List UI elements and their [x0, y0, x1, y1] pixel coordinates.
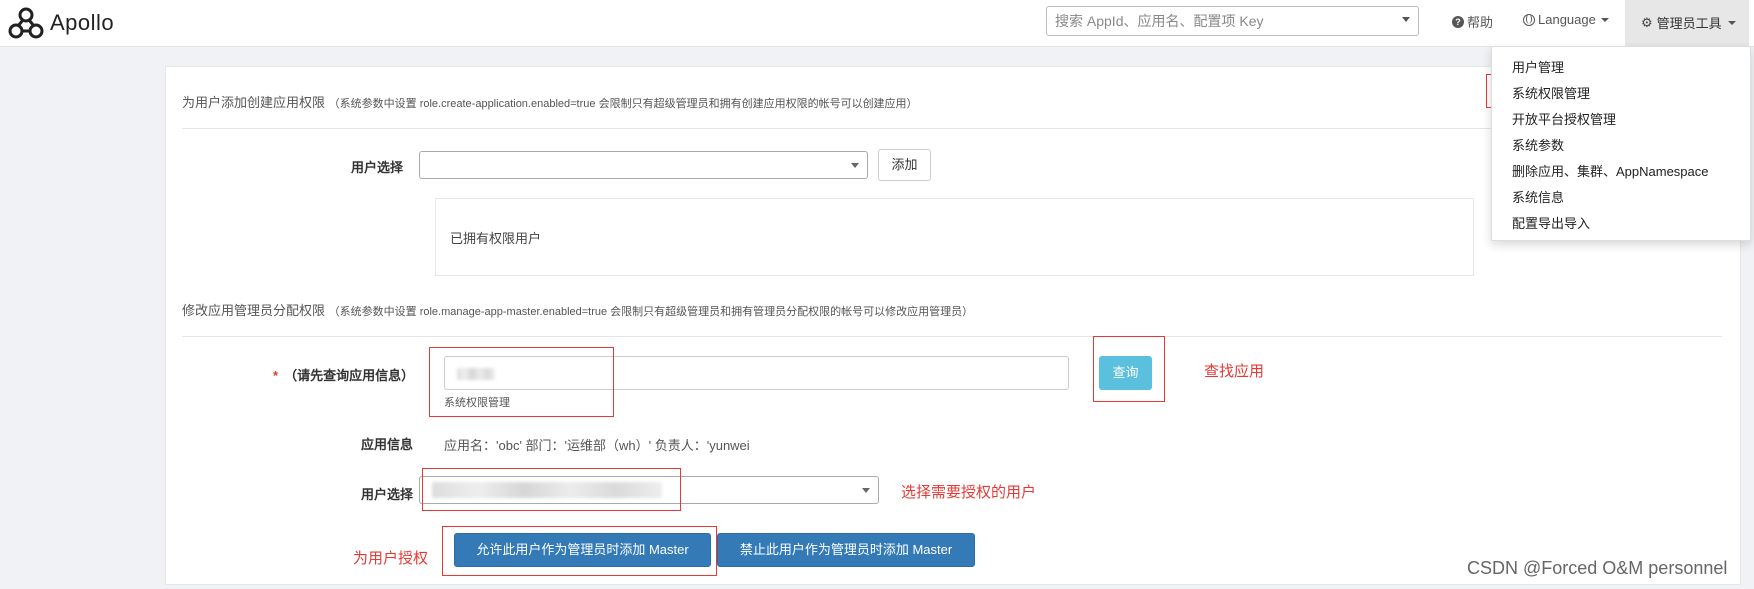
create-app-note: （系统参数中设置 role.create-application.enabled…	[328, 98, 918, 110]
app-query-label: * （请先查询应用信息）	[273, 365, 414, 384]
language-dropdown[interactable]: Language	[1523, 12, 1609, 27]
app-master-title: 修改应用管理员分配权限	[182, 303, 326, 318]
caret-down-icon	[1727, 20, 1736, 25]
help-link[interactable]: ? 帮助	[1452, 12, 1493, 31]
owners-title: 已拥有权限用户	[450, 231, 542, 246]
search-placeholder: 搜索 AppId、应用名、配置项 Key	[1055, 13, 1264, 29]
annotation-box	[429, 347, 614, 417]
annotation-box	[422, 468, 681, 511]
master-user-select-label: 用户选择	[361, 487, 414, 502]
annotation-box	[1093, 336, 1165, 402]
add-button[interactable]: 添加	[878, 149, 931, 181]
caret-down-icon	[1600, 17, 1609, 22]
globe-icon	[1523, 13, 1535, 26]
menu-item-system-permission[interactable]: 系统权限管理	[1512, 83, 1590, 102]
create-app-user-select[interactable]	[419, 151, 868, 179]
menu-item-system-params[interactable]: 系统参数	[1512, 135, 1564, 154]
admin-tools-menu: 用户管理 系统权限管理 开放平台授权管理 系统参数 删除应用、集群、AppNam…	[1491, 46, 1751, 241]
annotation-grant-user: 为用户授权	[353, 550, 429, 567]
menu-item-delete-app[interactable]: 删除应用、集群、AppNamespace	[1512, 161, 1709, 180]
apollo-logo[interactable]: Apollo	[6, 3, 114, 43]
app-info-label: 应用信息	[361, 437, 414, 452]
divider	[182, 336, 1722, 337]
deny-master-button[interactable]: 禁止此用户作为管理员时添加 Master	[717, 533, 975, 567]
chevron-down-icon	[1402, 17, 1410, 22]
annotation-box	[442, 526, 717, 576]
app-name: Apollo	[50, 10, 115, 35]
chevron-down-icon	[862, 488, 870, 493]
create-app-title: 为用户添加创建应用权限	[182, 95, 326, 110]
create-app-section-title: 为用户添加创建应用权限 （系统参数中设置 role.create-applica…	[182, 92, 918, 111]
required-mark: *	[273, 368, 279, 383]
app-master-note: （系统参数中设置 role.manage-app-master.enabled=…	[328, 306, 974, 318]
annotation-find-app: 查找应用	[1204, 363, 1265, 380]
gear-icon: ⚙	[1641, 14, 1653, 30]
menu-item-user-management[interactable]: 用户管理	[1512, 57, 1564, 76]
admin-tools-label: 管理员工具	[1656, 16, 1722, 31]
search-input[interactable]: 搜索 AppId、应用名、配置项 Key	[1046, 6, 1419, 36]
admin-tools-dropdown[interactable]: ⚙ 管理员工具	[1625, 0, 1749, 46]
chevron-down-icon	[851, 163, 859, 168]
menu-item-system-info[interactable]: 系统信息	[1512, 187, 1564, 206]
app-query-label-text: （请先查询应用信息）	[284, 368, 415, 383]
menu-item-config-export-import[interactable]: 配置导出导入	[1512, 213, 1590, 232]
top-navbar: Apollo 搜索 AppId、应用名、配置项 Key ? 帮助 Languag…	[0, 0, 1754, 47]
language-label: Language	[1538, 12, 1596, 27]
question-circle-icon: ?	[1452, 15, 1464, 28]
apollo-logo-icon	[8, 7, 44, 39]
user-select-label: 用户选择	[351, 160, 404, 175]
app-info-value: 应用名：'obc' 部门：'运维部（wh）' 负责人：'yunwei	[444, 438, 750, 453]
owners-box: 已拥有权限用户	[435, 198, 1474, 276]
app-master-section-title: 修改应用管理员分配权限 （系统参数中设置 role.manage-app-mas…	[182, 300, 973, 319]
watermark: CSDN @Forced O&M personnel	[1467, 558, 1728, 578]
annotation-select-user: 选择需要授权的用户	[901, 484, 1037, 501]
menu-item-open-platform-auth[interactable]: 开放平台授权管理	[1512, 109, 1616, 128]
help-label: 帮助	[1467, 15, 1494, 30]
